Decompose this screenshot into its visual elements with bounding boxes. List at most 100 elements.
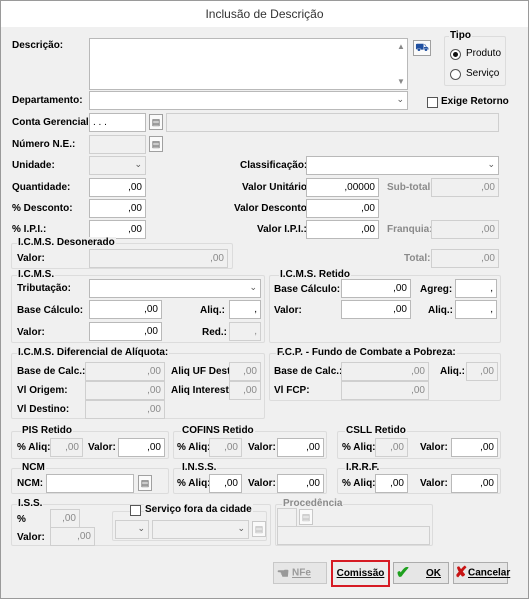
irrf-title: I.R.R.F. [345,462,381,474]
chevron-down-icon: ⌄ [249,282,257,292]
aliq-uf-dest-label: Aliq UF Dest: [171,366,234,377]
servico-fora-label: Serviço fora da cidade [144,504,253,516]
pct-desconto-input[interactable]: ,00 [89,199,146,218]
chevron-down-icon: ⌄ [487,159,495,169]
icms-retido-base-input[interactable]: ,00 [341,279,411,298]
irrf-valor-input[interactable]: ,00 [451,474,498,493]
nfe-button[interactable]: ☚ NFe [273,562,327,584]
cancelar-button[interactable]: ✘Cancelar [453,562,510,584]
vl-origem-label: Vl Origem: [17,385,68,396]
lookup-icon[interactable]: ▤ [299,509,313,525]
produto-label: Produto [466,48,502,59]
aliq-uf-dest-input: ,00 [229,362,261,381]
unidade-label: Unidade: [12,160,55,171]
pis-valor-label: Valor: [88,442,116,453]
csll-valor-input[interactable]: ,00 [451,438,498,457]
icms-desonerado-title: I.C.M.S. Desonerado [17,237,116,249]
irrf-valor-label: Valor: [420,478,448,489]
ok-button[interactable]: ✔ OK [393,562,449,584]
fcp-aliq-input: ,00 [466,362,498,381]
vl-origem-input: ,00 [85,381,165,400]
csll-title: CSLL Retido [345,425,407,437]
icms-retido-valor-input[interactable]: ,00 [341,300,411,319]
classificacao-label: Classificação: [240,160,308,171]
icms-aliq-label: Aliq.: [200,305,225,316]
departamento-select[interactable]: ⌄ [89,91,408,110]
total-input: ,00 [431,249,499,268]
csll-aliq-input: ,00 [375,438,408,457]
cofins-valor-label: Valor: [248,442,276,453]
pct-ipi-label: % I.P.I.: [12,224,47,235]
lookup-icon[interactable]: ▤ [252,521,266,537]
irrf-aliq-input[interactable]: ,00 [375,474,408,493]
tributacao-select[interactable]: ⌄ [89,279,261,298]
icms-desonerado-valor-input: ,00 [89,249,228,268]
fcp-aliq-label: Aliq.: [440,366,465,377]
lookup-icon[interactable]: ▤ [138,475,152,491]
icms-base-input[interactable]: ,00 [89,300,162,319]
icms-valor-label: Valor: [17,327,45,338]
numero-ne-input[interactable] [89,135,146,154]
icms-retido-aliq-input[interactable]: , [455,300,497,319]
scroll-up-icon[interactable]: ▲ [397,42,405,51]
servico-radio[interactable] [450,69,461,80]
car-icon[interactable]: ⛟ [413,40,431,56]
valor-unitario-input[interactable]: ,00000 [306,178,379,197]
cofins-valor-input[interactable]: ,00 [277,438,324,457]
icms-valor-input[interactable]: ,00 [89,322,162,341]
inss-aliq-input[interactable]: ,00 [209,474,242,493]
icms-retido-valor-label: Valor: [274,305,302,316]
fcp-base-label: Base de Calc.: [274,366,343,377]
vl-destino-label: Vl Destino: [17,404,70,415]
sub-total-label: Sub-total: [387,182,434,193]
exige-retorno-label: Exige Retorno [441,96,509,107]
pis-valor-input[interactable]: ,00 [118,438,165,457]
vl-fcp-label: Vl FCP: [274,385,310,396]
iss-valor-label: Valor: [17,532,45,543]
valor-desconto-input[interactable]: ,00 [306,199,379,218]
iss-cidade-select[interactable]: ⌄ [152,520,249,539]
franquia-input: ,00 [431,220,499,239]
icms-title: I.C.M.S. [17,269,56,281]
unidade-select[interactable]: ⌄ [89,156,146,175]
classificacao-select[interactable]: ⌄ [306,156,499,175]
descricao-input[interactable] [89,38,408,90]
icms-aliq-input[interactable]: , [229,300,261,319]
pis-aliq-label: % Aliq: [17,442,51,453]
lookup-icon[interactable]: ▤ [149,114,163,130]
icms-retido-base-label: Base Cálculo: [274,284,341,295]
quantidade-input[interactable]: ,00 [89,178,146,197]
inss-aliq-label: % Aliq: [177,478,211,489]
valor-unitario-label: Valor Unitário: [242,182,311,193]
difal-base-input: ,00 [85,362,165,381]
hand-icon: ☚ [276,565,290,581]
lookup-icon[interactable]: ▤ [149,136,163,152]
icms-red-label: Red.: [202,327,227,338]
conta-gerencial-desc [166,113,499,132]
iss-uf-select[interactable]: ⌄ [115,520,149,539]
procedencia-code-input [277,508,297,527]
departamento-label: Departamento: [12,95,83,106]
conta-gerencial-input[interactable]: . . . [89,113,146,132]
icms-desonerado-valor-label: Valor: [17,253,45,264]
exige-retorno-checkbox[interactable] [427,97,438,108]
agreg-label: Agreg: [420,284,453,295]
produto-radio[interactable] [450,49,461,60]
fcp-title: F.C.P. - Fundo de Combate a Pobreza: [276,347,457,359]
servico-fora-checkbox[interactable] [130,505,141,516]
fcp-base-input: ,00 [341,362,429,381]
icms-retido-aliq-label: Aliq.: [428,305,453,316]
agreg-input[interactable]: , [455,279,497,298]
aliq-interest-input: ,00 [229,381,261,400]
comissao-button[interactable]: Comissão [331,560,390,587]
inss-title: I.N.S.S. [181,462,218,474]
chevron-down-icon: ⌄ [237,523,245,533]
ncm-input[interactable] [46,474,134,493]
tipo-title: Tipo [449,30,472,42]
vl-destino-input: ,00 [85,400,165,419]
iss-pct-label: % [17,514,26,525]
chevron-down-icon: ⌄ [396,94,404,104]
inss-valor-input[interactable]: ,00 [277,474,324,493]
valor-ipi-input[interactable]: ,00 [306,220,379,239]
scroll-down-icon[interactable]: ▼ [397,77,405,86]
